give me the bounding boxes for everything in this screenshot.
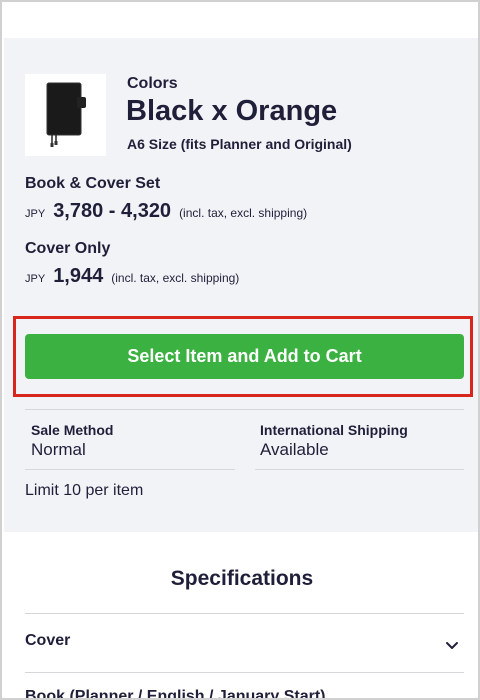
price-value: 1,944 (53, 265, 104, 287)
notebook-cover-icon (46, 82, 86, 147)
accordion-cover[interactable]: Cover (25, 614, 464, 672)
product-thumbnail[interactable] (25, 74, 106, 156)
divider (25, 409, 464, 410)
shipping-label: International Shipping (260, 422, 408, 438)
currency-label: JPY (25, 273, 46, 285)
option-price-set: JPY 3,780 - 4,320 (incl. tax, excl. ship… (25, 200, 307, 223)
divider (25, 469, 235, 470)
colors-label: Colors (127, 75, 178, 92)
size-note: A6 Size (fits Planner and Original) (127, 136, 352, 152)
accordion-book[interactable]: Book (Planner / English / January Start) (25, 673, 464, 700)
chevron-down-icon (446, 642, 458, 649)
add-to-cart-button[interactable]: Select Item and Add to Cart (25, 334, 464, 379)
divider (255, 469, 464, 470)
option-title-set: Book & Cover Set (25, 175, 161, 192)
currency-label: JPY (25, 208, 46, 220)
option-price-cover: JPY 1,944 (incl. tax, excl. shipping) (25, 265, 239, 288)
sale-method-label: Sale Method (31, 422, 114, 438)
tax-note: (incl. tax, excl. shipping) (179, 206, 308, 220)
tax-note: (incl. tax, excl. shipping) (111, 271, 240, 285)
accordion-label: Cover (25, 632, 71, 649)
option-title-cover: Cover Only (25, 240, 111, 257)
color-name: Black x Orange (126, 95, 338, 127)
specifications-title: Specifications (170, 567, 314, 590)
accordion-label: Book (Planner / English / January Start) (25, 688, 326, 700)
page-frame: Colors Black x Orange A6 Size (fits Plan… (0, 0, 480, 700)
sale-method-value: Normal (31, 440, 86, 459)
top-spacer (4, 4, 478, 38)
purchase-limit: Limit 10 per item (25, 482, 144, 499)
shipping-value: Available (260, 440, 329, 459)
price-value: 3,780 - 4,320 (53, 200, 172, 222)
